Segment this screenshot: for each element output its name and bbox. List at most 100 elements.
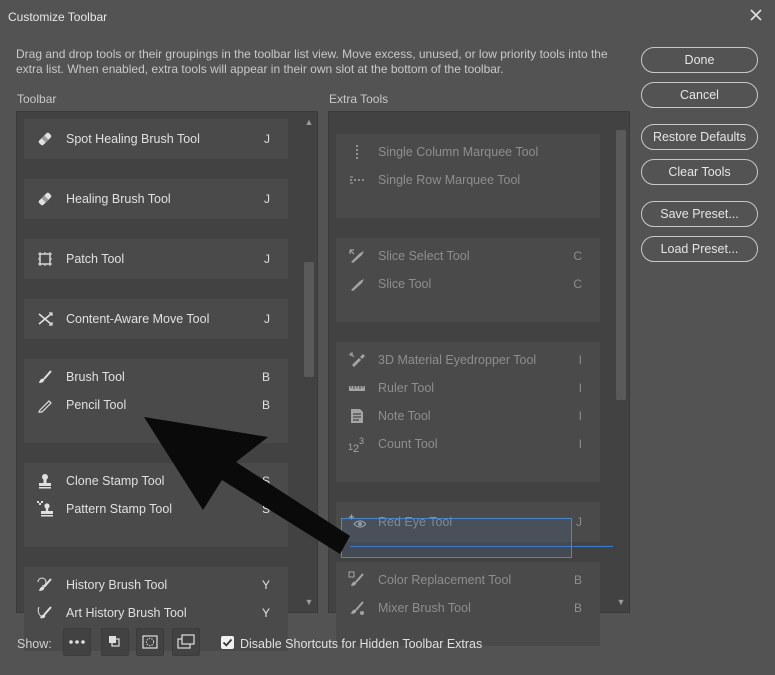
tool-name: Slice Select Tool: [378, 249, 470, 263]
tool-shortcut: J: [264, 132, 270, 146]
art-history-brush-icon: [37, 606, 52, 619]
show-quick-mask-button[interactable]: [136, 628, 164, 656]
tool-shortcut: S: [261, 502, 270, 516]
tool-item-spot-healing-brush-tool[interactable]: Spot Healing Brush Tool J: [24, 125, 288, 153]
tool-item-art-history-brush-tool[interactable]: Art History Brush Tool Y: [24, 599, 288, 627]
tool-shortcut: B: [261, 370, 270, 384]
tool-item-clone-stamp-tool[interactable]: Clone Stamp Tool S: [24, 467, 288, 495]
tool-item-healing-brush-tool[interactable]: Healing Brush Tool J: [24, 185, 288, 213]
ruler-icon: [349, 386, 365, 391]
tool-name: Count Tool: [378, 437, 438, 451]
done-button[interactable]: Done: [641, 47, 758, 73]
tool-item-single-row-marquee-tool[interactable]: Single Row Marquee Tool: [336, 166, 600, 194]
pencil-icon: [38, 400, 52, 413]
tool-name: Spot Healing Brush Tool: [66, 132, 200, 146]
show-options-bar: Show: Disable Shortcuts for Hidden Toolb…: [0, 628, 775, 668]
tool-group[interactable]: 3D Material Eyedropper Tool I Ruler Tool I N…: [336, 342, 600, 482]
cancel-button[interactable]: Cancel: [641, 82, 758, 108]
clear-tools-button[interactable]: Clear Tools: [641, 159, 758, 185]
tool-name: Pencil Tool: [66, 398, 127, 412]
tool-group[interactable]: Slice Select Tool C Slice Tool C: [336, 238, 600, 322]
eyedropper-icon: [349, 352, 365, 367]
scroll-down-arrow-icon[interactable]: ▼: [301, 596, 317, 608]
extra-list-scrollbar[interactable]: ▼: [613, 112, 629, 612]
tool-shortcut: C: [573, 277, 582, 291]
brush-icon: [39, 370, 52, 383]
tool-group[interactable]: Clone Stamp Tool S Pattern Stamp Tool S: [24, 463, 288, 547]
tool-item-pencil-tool[interactable]: Pencil Tool B: [24, 391, 288, 419]
tool-item-content-aware-move-tool[interactable]: Content-Aware Move Tool J: [24, 305, 288, 333]
tool-shortcut: I: [578, 409, 582, 423]
tool-item-single-column-marquee-tool[interactable]: Single Column Marquee Tool: [336, 138, 600, 166]
tool-shortcut: J: [576, 515, 582, 529]
stamp-icon: [39, 474, 51, 489]
note-icon: [351, 409, 363, 423]
tool-name: Art History Brush Tool: [66, 606, 187, 620]
tool-shortcut: J: [264, 192, 270, 206]
show-label: Show:: [17, 637, 52, 651]
tool-name: Single Column Marquee Tool: [378, 145, 539, 159]
tool-name: 3D Material Eyedropper Tool: [378, 353, 537, 367]
tool-item-mixer-brush-tool[interactable]: Mixer Brush Tool B: [336, 594, 600, 622]
tool-shortcut: B: [573, 601, 582, 615]
tool-item-3d-material-eyedropper-tool[interactable]: 3D Material Eyedropper Tool I: [336, 346, 600, 374]
toolbar-list[interactable]: Spot Healing Brush Tool J Healing Brush To…: [16, 111, 318, 651]
tool-item-slice-tool[interactable]: Slice Tool C: [336, 270, 600, 298]
toolbar-list-scrollbar[interactable]: ▲ ▼: [301, 112, 317, 612]
checkmark-icon: [222, 638, 233, 647]
tool-name: Single Row Marquee Tool: [378, 173, 521, 187]
ellipsis-icon: [69, 640, 85, 644]
instructions-text: Drag and drop tools or their groupings i…: [16, 47, 608, 76]
show-extra-tools-button[interactable]: [63, 628, 91, 656]
tool-group[interactable]: Healing Brush Tool J: [24, 179, 288, 219]
disable-shortcuts-checkbox[interactable]: [221, 636, 234, 649]
tool-name: Brush Tool: [66, 370, 125, 384]
title-bar: Customize Toolbar: [0, 0, 775, 33]
color-replace-icon: [348, 571, 364, 586]
tool-item-slice-select-tool[interactable]: Slice Select Tool C: [336, 242, 600, 270]
tool-name: Note Tool: [378, 409, 431, 423]
tool-item-pattern-stamp-tool[interactable]: Pattern Stamp Tool S: [24, 495, 288, 523]
tool-item-patch-tool[interactable]: Patch Tool J: [24, 245, 288, 273]
tool-name: Ruler Tool: [378, 381, 435, 395]
show-color-swatches-button[interactable]: [101, 628, 129, 656]
tool-name: Healing Brush Tool: [66, 192, 171, 206]
tool-group[interactable]: Spot Healing Brush Tool J: [24, 119, 288, 159]
tool-shortcut: Y: [261, 578, 270, 592]
close-icon[interactable]: [747, 6, 765, 24]
tool-group[interactable]: Content-Aware Move Tool J: [24, 299, 288, 339]
tool-shortcut: I: [578, 353, 582, 367]
tool-item-count-tool[interactable]: 1 2 3 Count Tool I: [336, 430, 600, 458]
scrollbar-thumb[interactable]: [616, 130, 626, 400]
tool-item-history-brush-tool[interactable]: History Brush Tool Y: [24, 571, 288, 599]
tool-group[interactable]: Brush Tool B Pencil Tool B: [24, 359, 288, 443]
tool-shortcut: J: [264, 252, 270, 266]
scroll-down-arrow-icon[interactable]: ▼: [613, 596, 629, 608]
scroll-up-arrow-icon[interactable]: ▲: [301, 116, 317, 128]
tool-item-color-replacement-tool[interactable]: Color Replacement Tool B: [336, 566, 600, 594]
history-brush-icon: [37, 577, 52, 591]
save-preset-button[interactable]: Save Preset...: [641, 201, 758, 227]
tool-name: Color Replacement Tool: [378, 573, 512, 587]
slice-icon: [351, 279, 364, 291]
tool-item-ruler-tool[interactable]: Ruler Tool I: [336, 374, 600, 402]
show-screen-modes-button[interactable]: [172, 628, 200, 656]
tool-shortcut: B: [573, 573, 582, 587]
tool-group[interactable]: Patch Tool J: [24, 239, 288, 279]
extra-tools-label: Extra Tools: [329, 92, 389, 106]
load-preset-button[interactable]: Load Preset...: [641, 236, 758, 262]
restore-defaults-button[interactable]: Restore Defaults: [641, 124, 758, 150]
scrollbar-thumb[interactable]: [304, 262, 314, 377]
pattern-stamp-icon: [37, 501, 53, 517]
tool-item-brush-tool[interactable]: Brush Tool B: [24, 363, 288, 391]
slice-select-icon: [349, 249, 364, 263]
row-marquee-icon: [350, 176, 364, 184]
bandage-icon: [38, 192, 52, 206]
tool-group[interactable]: Single Column Marquee Tool Single Row Mar…: [336, 134, 600, 218]
column-marquee-icon: [356, 145, 358, 159]
screen-mode-icon: [177, 634, 195, 649]
tool-item-note-tool[interactable]: Note Tool I: [336, 402, 600, 430]
tool-shortcut: B: [261, 398, 270, 412]
tool-shortcut: J: [264, 312, 270, 326]
mixer-brush-icon: [351, 601, 364, 615]
